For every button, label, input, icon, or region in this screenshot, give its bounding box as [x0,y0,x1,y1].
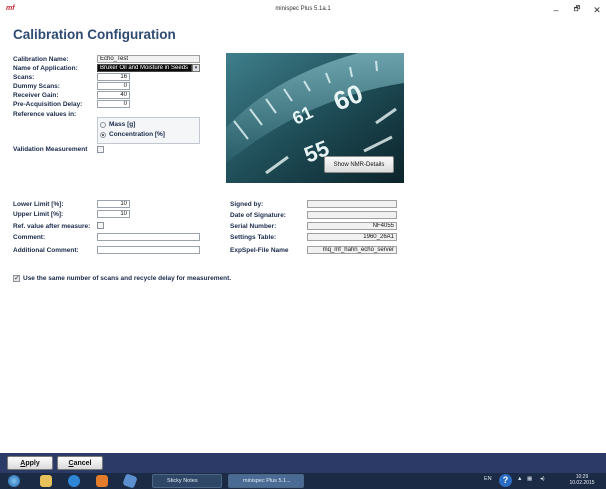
apply-label: pply [25,460,40,467]
task-minispec[interactable]: minispec Plus 5.1... [228,474,304,488]
expspel-file-label: ExpSpel-File Name [230,247,289,254]
browser-icon[interactable] [68,475,80,487]
concentration-radio[interactable] [100,132,106,138]
date-of-signature-label: Date of Signature: [230,212,286,219]
scans-field[interactable]: 16 [97,73,130,81]
dummy-scans-label: Dummy Scans: [13,83,60,90]
lower-limit-label: Lower Limit [%]: [13,201,64,208]
additional-comment-field[interactable] [97,246,200,254]
language-indicator[interactable]: EN [484,476,492,482]
comment-label: Comment: [13,234,46,241]
mass-radio-label: Mass [g] [109,121,136,128]
same-scans-checkbox[interactable] [13,274,20,282]
window-title: minispec Plus 5.1a.1 [275,6,331,12]
validation-label: Validation Measurement [13,146,88,153]
mass-radio[interactable] [100,122,106,128]
dummy-scans-field[interactable]: 0 [97,82,130,90]
start-icon[interactable] [8,475,20,487]
calibration-name-field[interactable]: Echo_Test [97,55,200,63]
lower-limit-field[interactable]: 10 [97,200,130,208]
network-icon[interactable]: ▦ [527,476,532,482]
pre-acq-delay-field[interactable]: 0 [97,100,130,108]
expspel-file-field: mq_mf_hahn_echo_server [307,246,397,254]
page-title: Calibration Configuration [13,27,176,42]
ref-after-label: Ref. value after measure: [13,223,91,230]
close-button[interactable]: ✕ [591,4,603,16]
scans-label: Scans: [13,74,35,81]
pre-acq-delay-label: Pre-Acquisition Delay: [13,101,83,108]
receiver-gain-label: Receiver Gain: [13,92,59,99]
clock[interactable]: 10:29 10.02.2015 [560,474,604,486]
same-scans-label: Use the same number of scans and recycle… [23,275,232,282]
cancel-button[interactable]: Cancel [57,456,103,470]
apply-button[interactable]: Apply [7,456,53,470]
calibration-name-label: Calibration Name: [13,56,69,63]
show-nmr-details-button[interactable]: Show NMR-Details [324,156,394,173]
signed-by-label: Signed by: [230,201,264,208]
tray-arrow-icon[interactable]: ▲ [517,476,522,482]
application-label: Name of Application: [13,65,78,72]
additional-comment-label: Additional Comment: [13,247,79,254]
help-icon[interactable]: ? [499,474,512,487]
clock-date: 10.02.2015 [569,480,595,486]
upper-limit-label: Upper Limit [%]: [13,211,64,218]
signed-by-field [307,200,397,208]
chevron-down-icon[interactable]: ▾ [192,64,200,72]
task-sticky-notes[interactable]: Sticky Notes [152,474,222,488]
upper-limit-field[interactable]: 10 [97,210,130,218]
cancel-label: ancel [73,460,92,467]
folder-icon[interactable] [40,475,52,487]
media-icon[interactable] [96,475,108,487]
application-select[interactable]: Bruker Oil and Moisture in Seeds [97,64,192,72]
maximize-button[interactable]: 🗗 [571,4,583,16]
ref-after-checkbox[interactable] [97,222,104,229]
date-of-signature-field [307,211,397,219]
comment-field[interactable] [97,233,200,241]
receiver-gain-field[interactable]: 40 [97,91,130,99]
settings-table-field: 1960_26A1 [307,233,397,241]
validation-checkbox[interactable] [97,146,104,153]
settings-table-label: Settings Table: [230,234,277,241]
serial-number-label: Serial Number: [230,223,277,230]
reference-label: Reference values in: [13,111,77,118]
concentration-radio-label: Concentration [%] [109,131,165,138]
volume-icon[interactable]: ◂) [540,476,545,482]
serial-number-field: NF4055 [307,222,397,230]
minimize-button[interactable]: – [550,4,562,16]
